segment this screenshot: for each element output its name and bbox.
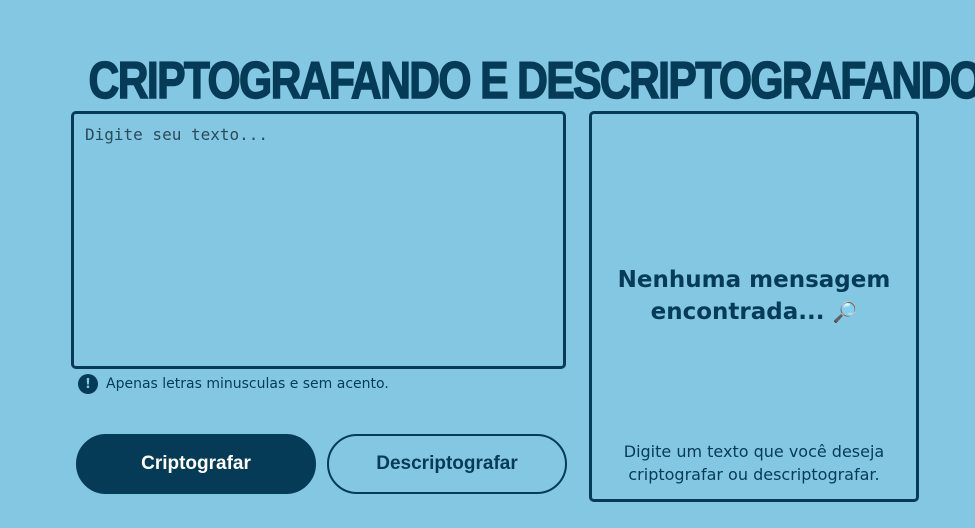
text-input-box — [71, 111, 566, 369]
empty-message-line1: Nenhuma mensagem — [617, 267, 891, 293]
input-hint: ! Apenas letras minusculas e sem acento. — [78, 373, 389, 395]
empty-message-subtitle: Digite um texto que você deseja criptogr… — [602, 440, 906, 486]
subtitle-line2: criptografar ou descriptografar. — [628, 465, 880, 484]
encrypt-button[interactable]: Criptografar — [76, 434, 316, 494]
decrypt-button[interactable]: Descriptografar — [327, 434, 567, 494]
hint-text: Apenas letras minusculas e sem acento. — [106, 376, 389, 392]
empty-message-title: Nenhuma mensagem encontrada... 🔎 — [592, 264, 916, 328]
exclamation-icon: ! — [78, 374, 98, 394]
subtitle-line1: Digite um texto que você deseja — [623, 442, 885, 461]
magnifier-icon: 🔎 — [832, 300, 858, 324]
text-input[interactable] — [74, 114, 563, 366]
page-title: CRIPTOGRAFANDO E DESCRIPTOGRAFANDO — [88, 51, 975, 111]
output-panel: Nenhuma mensagem encontrada... 🔎 Digite … — [589, 111, 919, 502]
empty-message-line2: encontrada... — [650, 299, 825, 325]
